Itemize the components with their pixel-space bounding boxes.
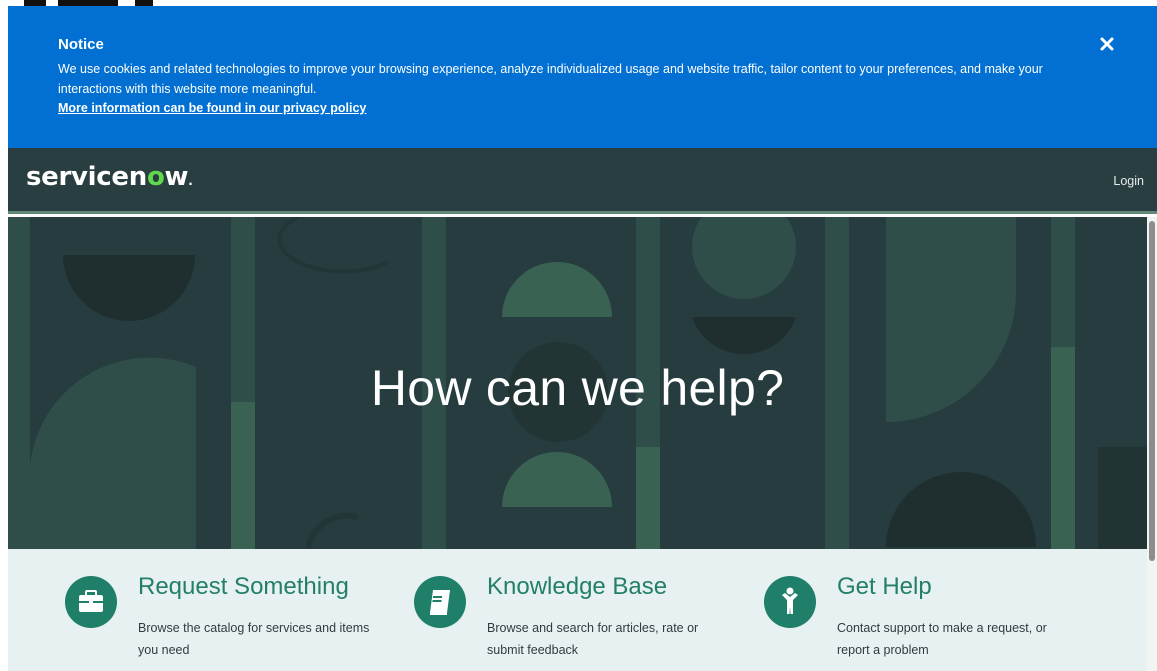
notice-text: We use cookies and related technologies … (58, 62, 1043, 96)
card-title[interactable]: Get Help (837, 573, 932, 601)
card-title[interactable]: Knowledge Base (487, 573, 667, 601)
page-scrollbar[interactable] (1147, 217, 1157, 671)
close-icon[interactable] (1099, 36, 1115, 52)
briefcase-icon (65, 576, 117, 628)
notice-title: Notice (58, 36, 104, 53)
hero-title: How can we help? (370, 360, 785, 416)
hero-banner: How can we help? (8, 217, 1147, 549)
page: Notice We use cookies and related techno… (0, 0, 1157, 671)
browser-content: Notice We use cookies and related techno… (8, 6, 1157, 671)
privacy-policy-link[interactable]: More information can be found in our pri… (58, 101, 366, 115)
cookie-notice-banner: Notice We use cookies and related techno… (8, 6, 1157, 148)
login-link[interactable]: Login (1113, 174, 1144, 188)
person-icon (764, 576, 816, 628)
card-description: Browse and search for articles, rate or … (487, 621, 699, 657)
card-request-something[interactable]: Request Something Browse the catalog for… (65, 573, 395, 663)
site-header: servicenow. Login (8, 148, 1157, 214)
card-description: Browse the catalog for services and item… (138, 621, 370, 657)
book-icon (414, 576, 466, 628)
card-get-help[interactable]: Get Help Contact support to make a reque… (764, 573, 1094, 663)
card-knowledge-base[interactable]: Knowledge Base Browse and search for art… (414, 573, 744, 663)
quick-links: Request Something Browse the catalog for… (8, 549, 1147, 671)
card-description: Contact support to make a request, or re… (837, 621, 1047, 657)
servicenow-logo[interactable]: servicenow. (26, 162, 193, 192)
scrollbar-thumb[interactable] (1149, 221, 1155, 561)
card-title[interactable]: Request Something (138, 573, 349, 601)
